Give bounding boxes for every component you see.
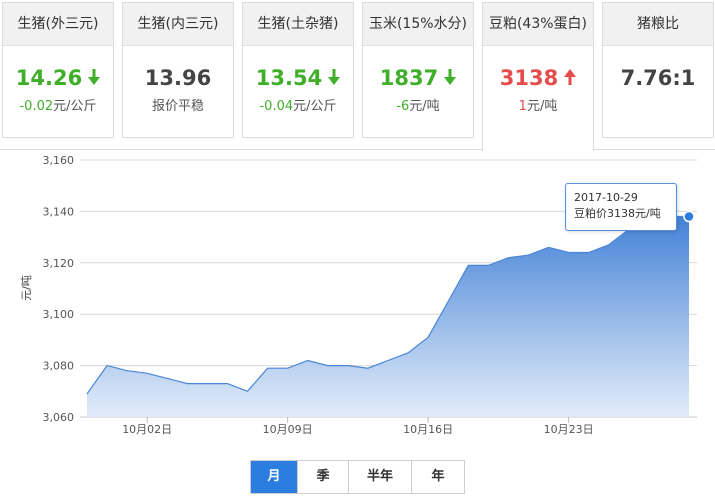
data-point[interactable]: [526, 253, 530, 257]
tooltip-date: 2017-10-29: [574, 191, 638, 204]
range-button[interactable]: 月: [251, 461, 298, 493]
data-point[interactable]: [607, 243, 611, 247]
data-point[interactable]: [286, 366, 290, 370]
data-point[interactable]: [446, 299, 450, 303]
data-point[interactable]: [506, 256, 510, 260]
x-tick-label: 10月23日: [544, 423, 594, 436]
x-tick-label: 10月16日: [403, 423, 453, 436]
data-point[interactable]: [125, 369, 129, 373]
data-point[interactable]: [406, 351, 410, 355]
range-button[interactable]: 半年: [349, 461, 412, 493]
y-tick-label: 3,080: [43, 360, 75, 373]
data-point[interactable]: [225, 382, 229, 386]
card-value: 3138: [483, 66, 593, 90]
range-selector: 月季半年年: [250, 460, 465, 494]
x-tick-label: 10月02日: [122, 423, 172, 436]
data-point[interactable]: [145, 371, 149, 375]
data-point[interactable]: [105, 364, 109, 368]
data-point[interactable]: [466, 263, 470, 267]
data-point[interactable]: [246, 389, 250, 393]
data-point[interactable]: [426, 335, 430, 339]
tooltip-value: 豆粕价3138元/吨: [574, 207, 661, 220]
data-point[interactable]: [185, 382, 189, 386]
arrow-up-icon: [564, 66, 577, 90]
range-button[interactable]: 季: [298, 461, 349, 493]
card-value-number: 3138: [499, 66, 559, 90]
data-point[interactable]: [205, 382, 209, 386]
data-point[interactable]: [486, 263, 490, 267]
data-point[interactable]: [326, 364, 330, 368]
data-point[interactable]: [366, 366, 370, 370]
chart-tooltip: 2017-10-29 豆粕价3138元/吨: [565, 183, 677, 231]
card-change-unit: 元/吨: [526, 99, 558, 114]
x-tick-label: 10月09日: [263, 423, 313, 436]
data-point[interactable]: [386, 358, 390, 362]
y-tick-label: 3,100: [43, 308, 75, 321]
data-point[interactable]: [266, 366, 270, 370]
series-area: [87, 216, 689, 417]
y-tick-label: 3,160: [43, 154, 75, 167]
card-change: 1元/吨: [483, 95, 593, 114]
indicator-card[interactable]: 豆粕(43%蛋白) 3138 1元/吨: [482, 2, 594, 151]
card-change-number: 1: [518, 99, 527, 114]
y-tick-label: 3,140: [43, 205, 75, 218]
data-point[interactable]: [346, 364, 350, 368]
card-title: 豆粕(43%蛋白): [483, 3, 593, 46]
data-point[interactable]: [547, 245, 551, 249]
range-button[interactable]: 年: [412, 461, 464, 493]
data-point[interactable]: [165, 376, 169, 380]
data-point[interactable]: [306, 358, 310, 362]
data-point[interactable]: [85, 392, 89, 396]
y-tick-label: 3,060: [43, 411, 75, 424]
data-point[interactable]: [587, 251, 591, 255]
data-point[interactable]: [683, 210, 695, 223]
y-axis-label: 元/吨: [20, 275, 33, 301]
price-chart: 3,060 3,080 3,100 3,120 3,140 3,160 10月02日 10月…: [20, 154, 697, 436]
y-tick-label: 3,120: [43, 257, 75, 270]
data-point[interactable]: [567, 251, 571, 255]
